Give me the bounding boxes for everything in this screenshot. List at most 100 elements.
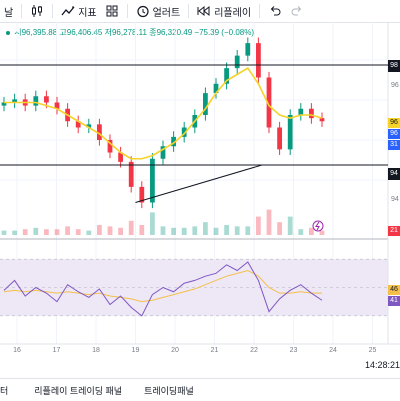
alarm-clock-icon (137, 5, 149, 18)
ema-line (4, 67, 323, 160)
x-tick-label: 25 (369, 347, 377, 354)
flash-icon-bolt (315, 221, 320, 231)
rsi-ma-line (3, 269, 322, 303)
x-tick-label: 18 (92, 347, 100, 354)
rsi-band (0, 259, 388, 316)
candle-body (256, 43, 261, 78)
legend-change: −75.39 (−0.08%) (194, 28, 254, 37)
clock: 14:28:21 (364, 360, 400, 370)
volume-bar (139, 225, 145, 235)
volume-bar (44, 229, 49, 235)
candle-body (33, 96, 39, 106)
x-tick-label: 23 (290, 347, 298, 354)
x-tick-label: 22 (250, 347, 258, 354)
candle-body (97, 124, 102, 140)
rsi-line (3, 261, 323, 317)
last-price-label: 96 (388, 129, 400, 139)
rewind-icon (197, 5, 210, 17)
volume-bar (192, 226, 198, 235)
volume-bar (234, 226, 240, 235)
ema-price-label: 96 (388, 118, 400, 128)
candle-body (277, 127, 282, 150)
divider (21, 4, 23, 18)
countdown-label: 31 (388, 140, 400, 150)
divider (259, 4, 261, 18)
interval-label: 날 (4, 7, 14, 19)
divider (126, 4, 128, 18)
volume-label: 21 (388, 226, 400, 236)
alert-label: 얼러트 (152, 7, 181, 19)
volume-bar (1, 230, 7, 235)
tab-replay-trading-panel[interactable]: 리플레이 트레이딩 패널 (20, 384, 134, 397)
volume-bar (277, 222, 282, 235)
volume-bar (181, 227, 187, 235)
redo-icon (291, 6, 302, 16)
candle-body (22, 99, 28, 106)
candle-body (44, 96, 49, 103)
x-tick-label: 19 (132, 347, 140, 354)
volume-bar (12, 230, 17, 235)
volume-bar (65, 226, 70, 235)
undo-button[interactable] (264, 0, 286, 22)
candle-body (319, 118, 325, 122)
legend-open: 시96,395.88 (14, 28, 58, 37)
volume-bar (75, 229, 81, 235)
volume-bar (107, 226, 113, 235)
candle-body (192, 115, 198, 128)
tab-trading-panel[interactable]: 트레이딩패널 (134, 384, 206, 397)
alert-button[interactable]: 얼러트 (132, 0, 185, 22)
candle-body (213, 83, 219, 94)
volume-bar (256, 216, 261, 235)
flash-icon[interactable] (312, 220, 324, 232)
volume-bar (213, 227, 219, 235)
volume-bar (224, 225, 229, 235)
top-toolbar: 날 지표 얼러트 리플레이 (0, 0, 400, 23)
candle-body (86, 124, 92, 128)
tab-terminal[interactable]: 터 (0, 384, 20, 397)
rsi-ma-label: 46 (388, 285, 400, 295)
bottom-panel-tabs: 터 리플레이 트레이딩 패널 트레이딩패널 (0, 378, 400, 401)
x-tick-label: 20 (171, 347, 179, 354)
volume-bar (160, 226, 166, 235)
volume-bar (54, 229, 60, 235)
indicators-button[interactable]: 지표 (57, 0, 100, 22)
candle-body (245, 43, 251, 56)
indicators-icon (61, 6, 75, 16)
volume-bar (245, 226, 251, 235)
chart-type-button[interactable] (26, 0, 48, 22)
layouts-button[interactable] (101, 0, 123, 22)
replay-button[interactable]: 리플레이 (193, 0, 255, 22)
candle-body (309, 108, 314, 119)
indicators-label: 지표 (78, 7, 97, 19)
price-chart[interactable]: 16 17 18 19 20 21 22 23 24 25 (0, 0, 400, 378)
grid-icon (106, 5, 118, 17)
undo-icon (270, 6, 281, 16)
trendline (135, 164, 263, 203)
divider (52, 4, 54, 18)
candle-body (224, 68, 229, 84)
candle-body (1, 102, 7, 106)
volume-bar (266, 209, 272, 235)
volume-bar (171, 227, 176, 235)
interval-button[interactable]: 날 (0, 0, 17, 22)
legend-low: 저96,278.11 (104, 28, 147, 37)
level-94-label: 94 (388, 168, 400, 180)
live-dot (6, 30, 10, 35)
candle-body (75, 121, 81, 128)
candle-body (118, 152, 123, 162)
x-tick-label: 21 (211, 347, 219, 354)
volume-bar (319, 230, 325, 235)
candle-body (139, 186, 145, 203)
candle-body (266, 77, 272, 128)
redo-button[interactable] (286, 0, 308, 22)
candle-body (150, 158, 155, 203)
candle-body (65, 108, 70, 122)
rsi-value-label: 41 (388, 296, 400, 306)
volume-bar (287, 216, 293, 235)
candle-body (54, 102, 60, 109)
legend-high: 고96,406.45 (59, 28, 103, 37)
candle-body (298, 108, 304, 115)
candle-body (234, 55, 240, 69)
candle-body (107, 140, 113, 153)
x-tick-label: 16 (13, 347, 21, 354)
